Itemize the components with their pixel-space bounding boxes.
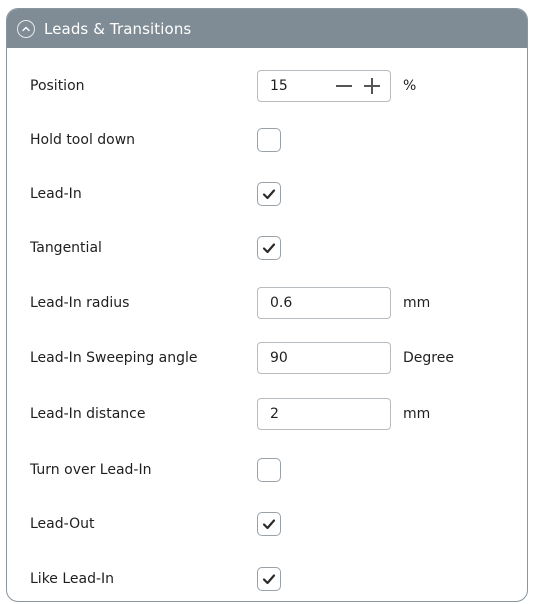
position-label: Position [30, 78, 85, 94]
turn-over-lead-in-checkbox[interactable] [257, 458, 281, 482]
chevron-up-circle-icon[interactable] [17, 19, 35, 38]
position-unit: % [403, 78, 417, 94]
minus-icon[interactable] [332, 72, 356, 100]
like-lead-in-checkbox[interactable] [257, 567, 281, 591]
check-icon [262, 189, 276, 200]
hold-tool-down-checkbox[interactable] [257, 128, 281, 152]
row-lead-in-sweeping-angle: Lead-In Sweeping angle Degree [7, 338, 527, 378]
like-lead-in-label: Like Lead-In [30, 571, 115, 587]
lead-out-checkbox[interactable] [257, 512, 281, 536]
position-value[interactable]: 15 [258, 78, 332, 94]
lead-in-sweeping-angle-input[interactable] [257, 342, 391, 374]
lead-in-radius-label: Lead-In radius [30, 295, 130, 311]
check-icon [262, 519, 276, 530]
row-lead-out: Lead-Out [7, 504, 527, 544]
panel-header[interactable]: Leads & Transitions [7, 9, 527, 48]
lead-in-distance-unit: mm [403, 406, 431, 422]
lead-in-label: Lead-In [30, 186, 82, 202]
row-hold-tool-down: Hold tool down [7, 120, 527, 160]
row-turn-over-lead-in: Turn over Lead-In [7, 450, 527, 490]
tangential-label: Tangential [30, 240, 102, 256]
lead-in-distance-input[interactable] [257, 398, 391, 430]
row-lead-in-distance: Lead-In distance mm [7, 394, 527, 434]
lead-in-distance-label: Lead-In distance [30, 406, 146, 422]
hold-tool-down-label: Hold tool down [30, 132, 136, 148]
position-stepper[interactable]: 15 [257, 70, 391, 102]
tangential-checkbox[interactable] [257, 236, 281, 260]
lead-in-radius-input[interactable] [257, 287, 391, 319]
check-icon [262, 574, 276, 585]
lead-out-label: Lead-Out [30, 516, 95, 532]
turn-over-lead-in-label: Turn over Lead-In [30, 462, 152, 478]
row-lead-in-radius: Lead-In radius mm [7, 283, 527, 323]
lead-in-sweeping-angle-label: Lead-In Sweeping angle [30, 350, 198, 366]
lead-in-radius-unit: mm [403, 295, 431, 311]
row-position: Position 15 % [7, 66, 527, 106]
lead-in-sweeping-angle-unit: Degree [403, 350, 454, 366]
lead-in-checkbox[interactable] [257, 182, 281, 206]
plus-icon[interactable] [360, 72, 384, 100]
row-lead-in: Lead-In [7, 174, 527, 214]
leads-transitions-panel: Leads & Transitions Position 15 % Hold t… [6, 8, 528, 602]
check-icon [262, 243, 276, 254]
panel-title: Leads & Transitions [44, 19, 192, 38]
row-like-lead-in: Like Lead-In [7, 559, 527, 599]
row-tangential: Tangential [7, 228, 527, 268]
